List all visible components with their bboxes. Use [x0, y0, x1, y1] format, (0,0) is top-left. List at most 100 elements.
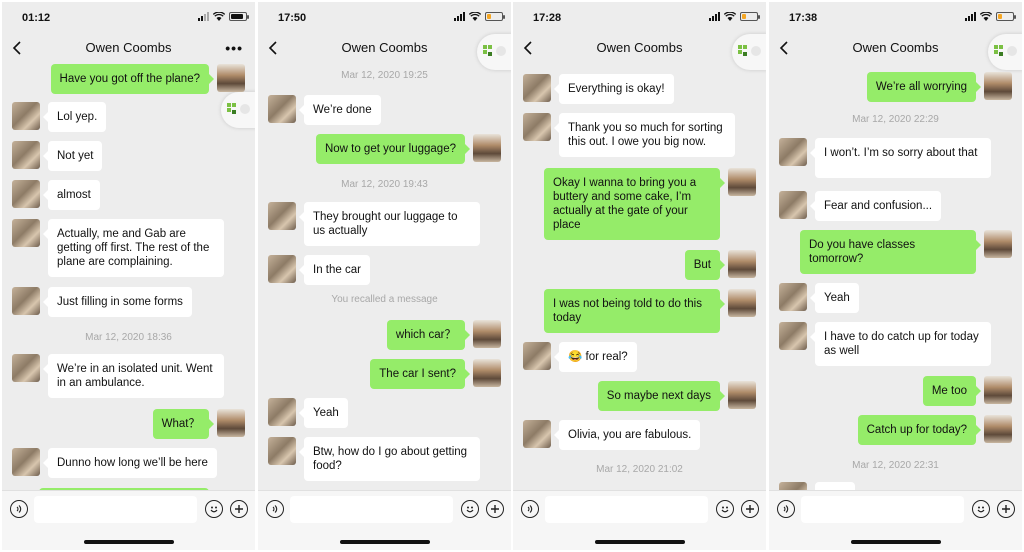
avatar[interactable]: [728, 381, 756, 409]
plus-icon[interactable]: [997, 500, 1015, 518]
voice-icon[interactable]: [521, 500, 539, 518]
plus-icon[interactable]: [486, 500, 504, 518]
avatar[interactable]: [268, 437, 296, 465]
message-bubble[interactable]: Yeah: [299, 398, 348, 428]
message-bubble[interactable]: Just filling in some forms: [43, 287, 192, 317]
message-bubble[interactable]: Do you have classes tomorrow?: [800, 230, 981, 274]
avatar[interactable]: [473, 320, 501, 348]
plus-icon[interactable]: [230, 500, 248, 518]
avatar[interactable]: [12, 354, 40, 382]
message-bubble[interactable]: Lol yep.: [42, 102, 107, 132]
avatar[interactable]: [268, 202, 296, 230]
avatar[interactable]: [268, 255, 296, 283]
message-bubble[interactable]: Fear and confusion...: [809, 191, 942, 221]
message-bubble[interactable]: They brought our luggage to us actually: [299, 202, 480, 246]
voice-icon[interactable]: [10, 500, 28, 518]
message-list[interactable]: Everything is okay! Thank you so much fo…: [513, 62, 766, 490]
avatar[interactable]: [217, 409, 245, 437]
nav-bar: Owen Coombs •••: [2, 34, 255, 62]
chevron-left-icon[interactable]: [10, 40, 26, 56]
avatar[interactable]: [984, 415, 1012, 443]
voice-icon[interactable]: [777, 500, 795, 518]
home-indicator[interactable]: [594, 540, 685, 544]
message-input[interactable]: [34, 496, 197, 523]
message-bubble[interactable]: Thank you so much for sorting this out. …: [554, 113, 735, 157]
chevron-left-icon[interactable]: [266, 40, 282, 56]
wifi-icon: [980, 12, 992, 21]
avatar[interactable]: [728, 250, 756, 278]
avatar[interactable]: [779, 138, 807, 166]
avatar[interactable]: [779, 322, 807, 350]
message-input[interactable]: [290, 496, 453, 523]
message-list[interactable]: We’re all worrying Mar 12, 2020 22:29 I …: [769, 62, 1022, 490]
avatar[interactable]: [779, 482, 807, 490]
home-indicator[interactable]: [83, 540, 174, 544]
message-list[interactable]: Mar 12, 2020 19:25 We’re done Now to get…: [258, 62, 511, 490]
avatar[interactable]: [779, 191, 807, 219]
emoji-icon[interactable]: [716, 500, 734, 518]
message-bubble[interactable]: which car？: [386, 320, 471, 350]
nav-bar: Owen Coombs: [513, 34, 766, 62]
emoji-icon[interactable]: [461, 500, 479, 518]
chevron-left-icon[interactable]: [777, 40, 793, 56]
message-bubble[interactable]: I have to do catch up for today as well: [810, 322, 991, 366]
avatar[interactable]: [728, 289, 756, 317]
message-bubble[interactable]: I was not being told to do this today: [544, 289, 725, 333]
message-bubble[interactable]: We’re in an isolated unit. Went in an am…: [43, 354, 224, 398]
voice-icon[interactable]: [266, 500, 284, 518]
avatar[interactable]: [268, 95, 296, 123]
avatar[interactable]: [779, 283, 807, 311]
message-bubble[interactable]: Olivia, you are fabulous.: [553, 420, 701, 450]
avatar[interactable]: [217, 64, 245, 92]
message-bubble[interactable]: I won’t. I’m so sorry about that: [810, 138, 991, 178]
avatar[interactable]: [984, 376, 1012, 404]
message-bubble[interactable]: Have you got off the plane?: [50, 64, 215, 94]
message-bubble[interactable]: What？: [152, 409, 215, 439]
avatar[interactable]: [523, 342, 551, 370]
plus-icon[interactable]: [741, 500, 759, 518]
emoji-icon[interactable]: [972, 500, 990, 518]
message-bubble[interactable]: Now to get your luggage?: [315, 134, 471, 164]
message-bubble[interactable]: Everything is okay!: [554, 74, 674, 104]
message-bubble[interactable]: [815, 482, 855, 490]
home-indicator[interactable]: [339, 540, 430, 544]
message-bubble[interactable]: We’re done: [299, 95, 381, 125]
message-bubble[interactable]: Catch up for today?: [857, 415, 982, 445]
avatar[interactable]: [268, 398, 296, 426]
avatar[interactable]: [12, 180, 40, 208]
avatar[interactable]: [984, 72, 1012, 100]
avatar[interactable]: [523, 74, 551, 102]
message-bubble[interactable]: Btw, how do I go about getting food?: [299, 437, 480, 481]
message-bubble[interactable]: almost: [43, 180, 100, 210]
message-input[interactable]: [545, 496, 708, 523]
message-bubble[interactable]: Actually, me and Gab are getting off fir…: [43, 219, 224, 277]
message-bubble[interactable]: But: [684, 250, 726, 280]
message-bubble[interactable]: Not yet: [42, 141, 103, 171]
message-list[interactable]: Have you got off the plane? Lol yep. Not…: [2, 62, 255, 490]
message-bubble[interactable]: We’re all worrying: [866, 72, 982, 102]
avatar[interactable]: [12, 102, 40, 130]
avatar[interactable]: [728, 168, 756, 196]
message-input[interactable]: [801, 496, 964, 523]
message-bubble[interactable]: In the car: [299, 255, 370, 285]
avatar[interactable]: [473, 359, 501, 387]
avatar[interactable]: [12, 287, 40, 315]
message-bubble[interactable]: So maybe next days: [597, 381, 726, 411]
message-bubble[interactable]: Me too: [922, 376, 982, 406]
avatar[interactable]: [473, 134, 501, 162]
more-dots-icon[interactable]: •••: [225, 40, 243, 56]
avatar[interactable]: [12, 448, 40, 476]
message-bubble[interactable]: Dunno how long we’ll be here: [43, 448, 217, 478]
avatar[interactable]: [12, 219, 40, 247]
chevron-left-icon[interactable]: [521, 40, 537, 56]
message-bubble[interactable]: Okay I wanna to bring you a buttery and …: [544, 168, 725, 240]
message-bubble[interactable]: The car I sent?: [370, 359, 470, 389]
avatar[interactable]: [984, 230, 1012, 258]
emoji-icon[interactable]: [205, 500, 223, 518]
message-bubble[interactable]: 😂 for real?: [554, 342, 637, 372]
message-bubble[interactable]: Yeah: [810, 283, 859, 313]
avatar[interactable]: [523, 113, 551, 141]
home-indicator[interactable]: [850, 540, 941, 544]
avatar[interactable]: [523, 420, 551, 448]
avatar[interactable]: [12, 141, 40, 169]
